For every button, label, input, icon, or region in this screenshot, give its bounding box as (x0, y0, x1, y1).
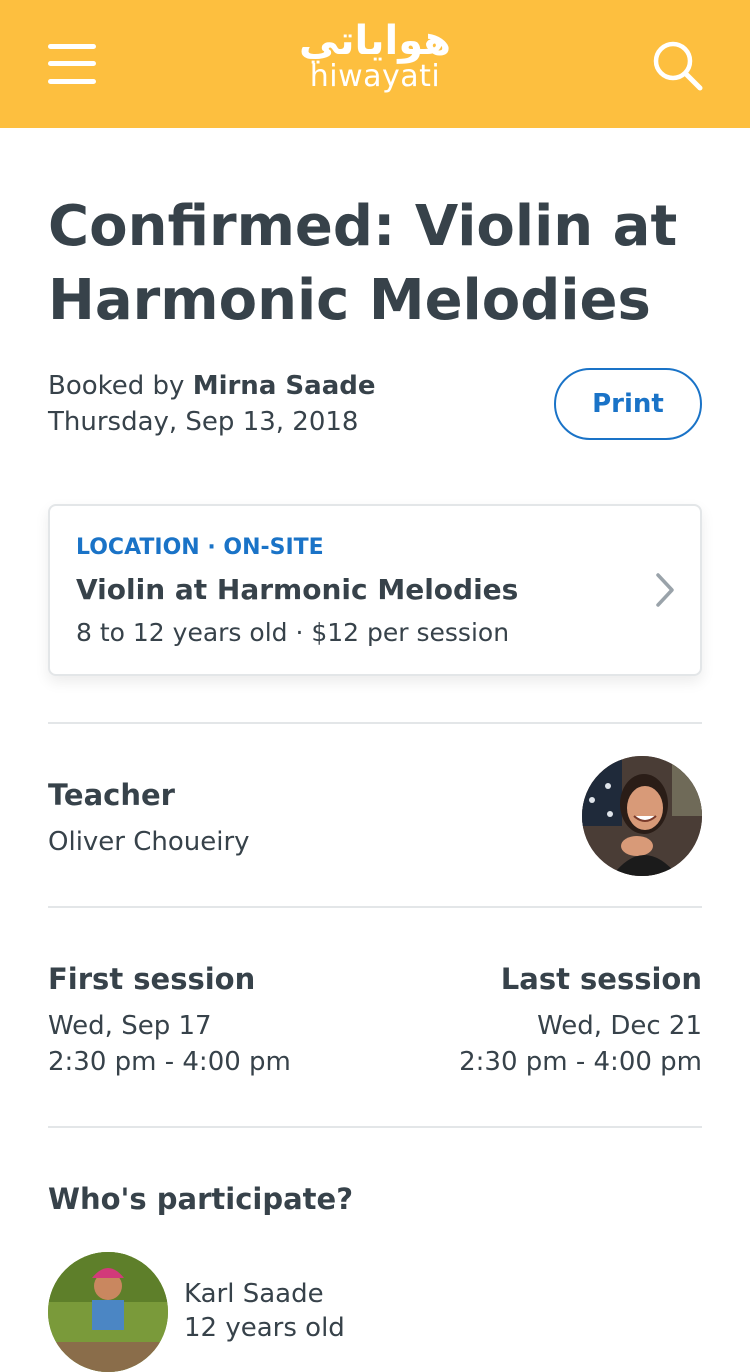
menu-bar (48, 61, 96, 66)
booked-by-prefix: Booked by (48, 371, 185, 401)
participant-age: 12 years old (184, 1313, 345, 1343)
last-session-time: 2:30 pm - 4:00 pm (459, 1047, 702, 1077)
participant-avatar[interactable] (48, 1252, 168, 1372)
divider (48, 722, 702, 724)
chevron-right-icon (650, 570, 680, 610)
teacher-name: Oliver Choueiry (48, 827, 250, 857)
last-session-date: Wed, Dec 21 (537, 1011, 702, 1041)
first-session-label: First session (48, 962, 256, 996)
teacher-label: Teacher (48, 778, 175, 812)
app-header: هواياتي hiwayati (0, 0, 750, 128)
location-details: 8 to 12 years old · $12 per session (76, 618, 510, 647)
first-session-time: 2:30 pm - 4:00 pm (48, 1047, 291, 1077)
search-icon[interactable] (652, 40, 704, 92)
participant-name: Karl Saade (184, 1279, 324, 1309)
hamburger-menu-icon[interactable] (48, 44, 96, 84)
teacher-avatar[interactable] (582, 756, 702, 876)
participants-label: Who's participate? (48, 1182, 354, 1216)
booking-date: Thursday, Sep 13, 2018 (48, 407, 359, 437)
logo-latin-text: hiwayati (309, 59, 441, 94)
location-kicker: LOCATION · ON-SITE (76, 535, 324, 560)
menu-bar (48, 44, 96, 49)
booked-by: Booked by Mirna Saade (48, 368, 375, 404)
booked-by-name: Mirna Saade (192, 371, 376, 401)
last-session-label: Last session (500, 962, 702, 996)
divider (48, 906, 702, 908)
menu-bar (48, 79, 96, 84)
page-title: Confirmed: Violin at Harmonic Melodies (48, 194, 678, 333)
divider (48, 1126, 702, 1128)
location-card[interactable]: LOCATION · ON-SITE Violin at Harmonic Me… (48, 504, 702, 676)
app-logo[interactable]: هواياتي hiwayati (275, 16, 475, 116)
print-button[interactable]: Print (554, 368, 702, 440)
location-title: Violin at Harmonic Melodies (76, 573, 519, 606)
first-session-date: Wed, Sep 17 (48, 1011, 212, 1041)
